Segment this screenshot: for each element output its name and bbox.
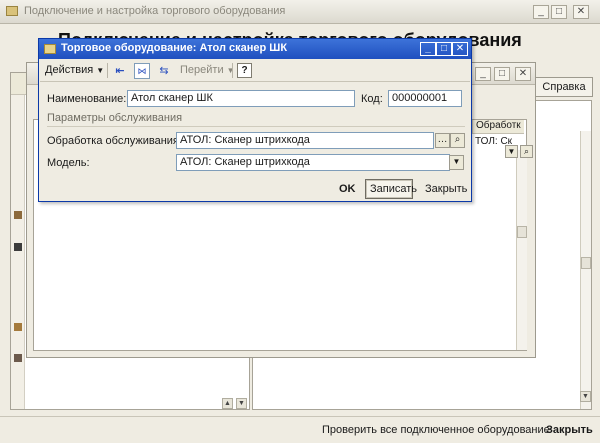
model-select[interactable]: АТОЛ: Сканер штрихкода (176, 154, 450, 171)
dialog-close-button[interactable]: ✕ (452, 42, 468, 56)
back-maximize-button[interactable]: □ (551, 5, 567, 19)
middle-scrollbar[interactable] (516, 150, 527, 350)
equipment-icon (14, 354, 22, 362)
search-icon[interactable]: ⌕ (450, 133, 465, 148)
processing-field[interactable]: АТОЛ: Сканер штрихкода (176, 132, 434, 149)
equipment-dialog: Торговое оборудование: Атол сканер ШК _ … (38, 38, 472, 202)
equipment-icon (14, 211, 22, 219)
equipment-icon (14, 243, 22, 251)
save-button[interactable]: Записать (365, 179, 417, 199)
name-field[interactable]: Атол сканер ШК (127, 90, 355, 107)
scroll-thumb[interactable] (581, 257, 591, 269)
app-icon (6, 6, 18, 16)
select-ellipsis-button[interactable]: … (435, 133, 450, 148)
status-close-button[interactable]: Закрыть (546, 424, 593, 436)
close-button[interactable]: Закрыть (421, 180, 471, 200)
code-field[interactable]: 000000001 (388, 90, 462, 107)
toolbar-separator (232, 63, 233, 78)
dialog-app-icon (44, 44, 56, 54)
actions-menu[interactable]: Действия ▼ (45, 64, 104, 76)
right-panel-scrollbar[interactable] (580, 131, 591, 409)
name-label: Наименование: (47, 93, 127, 105)
dialog-minimize-button[interactable]: _ (420, 42, 436, 56)
help-icon[interactable]: ? (237, 63, 252, 78)
scroll-down-button[interactable]: ▼ (580, 391, 591, 402)
scroll-thumb[interactable] (517, 226, 527, 238)
dropdown-arrow-icon[interactable]: ▼ (505, 145, 518, 158)
structure-icon[interactable]: ⋈ (134, 63, 150, 79)
go-back-icon[interactable]: ⇤ (112, 63, 128, 79)
column-header-label: Обработк (476, 120, 521, 131)
section-title: Параметры обслуживания (47, 112, 183, 124)
dialog-title: Торговое оборудование: Атол сканер ШК (61, 42, 288, 54)
scroll-up-button[interactable]: ▲ (222, 398, 233, 409)
back-close-button[interactable]: ✕ (573, 5, 589, 19)
ok-button[interactable]: OK (335, 180, 360, 200)
middle-column-header: Обработк (472, 120, 524, 134)
middle-close-button[interactable]: ✕ (515, 67, 531, 81)
back-window-titlebar: Подключение и настройка торгового оборуд… (0, 0, 600, 24)
chevron-down-icon: ▼ (96, 66, 105, 75)
goto-menu-label: Перейти (180, 64, 224, 76)
back-minimize-button[interactable]: _ (533, 5, 549, 19)
link-icon[interactable]: ⇆ (156, 63, 172, 79)
code-label: Код: (361, 93, 383, 105)
status-bar: Проверить все подключенное оборудование … (0, 416, 600, 443)
goto-menu[interactable]: Перейти ▼ (180, 64, 235, 76)
processing-label: Обработка обслуживания: (47, 135, 182, 147)
dialog-titlebar: Торговое оборудование: Атол сканер ШК _ … (39, 39, 471, 59)
model-label: Модель: (47, 157, 90, 169)
toolbar-separator (107, 63, 108, 78)
dialog-maximize-button[interactable]: □ (436, 42, 452, 56)
chevron-down-icon[interactable]: ▼ (449, 155, 464, 170)
back-window-title: Подключение и настройка торгового оборуд… (24, 5, 286, 17)
help-button[interactable]: Справка (535, 77, 593, 97)
chevron-down-icon: ▼ (226, 66, 235, 75)
dialog-toolbar: Действия ▼ ⇤ ⋈ ⇆ Перейти ▼ ? (40, 60, 470, 82)
actions-menu-label: Действия (45, 64, 94, 76)
middle-maximize-button[interactable]: □ (494, 67, 510, 81)
equipment-icon (14, 323, 22, 331)
middle-minimize-button[interactable]: _ (475, 67, 491, 81)
search-icon[interactable]: ⌕ (520, 145, 533, 158)
scroll-down-button[interactable]: ▼ (236, 398, 247, 409)
check-all-button[interactable]: Проверить все подключенное оборудование (322, 424, 550, 436)
section-divider (47, 126, 465, 127)
